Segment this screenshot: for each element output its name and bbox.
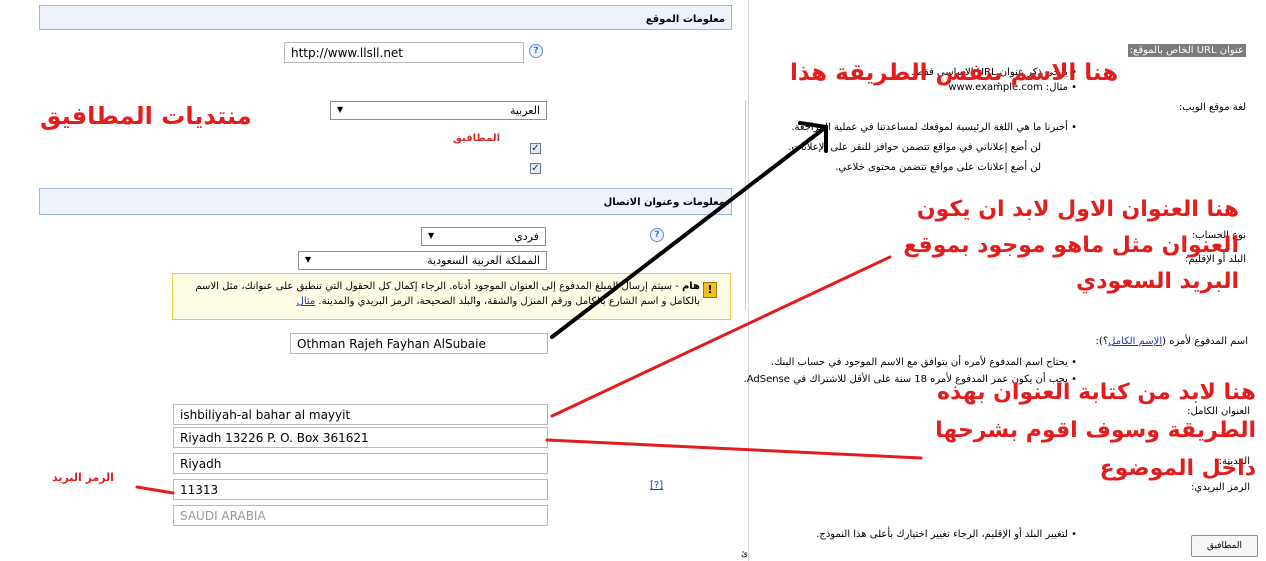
red-strokes [135, 255, 923, 495]
red-line-postal [135, 485, 175, 495]
footer-button[interactable]: المطافيق [1191, 535, 1258, 557]
annotation-strokes [135, 121, 923, 495]
red-line-address-2 [545, 438, 923, 460]
red-line-address-1 [550, 255, 892, 418]
